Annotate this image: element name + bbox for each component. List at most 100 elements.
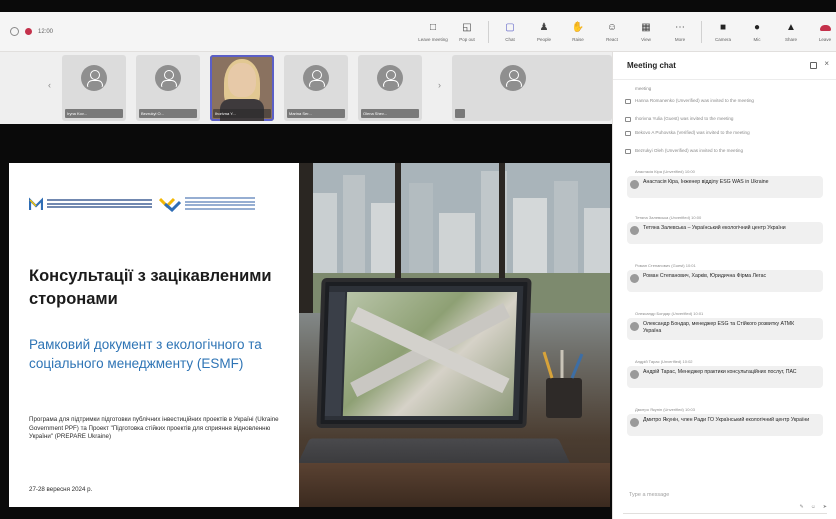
emoji-icon[interactable]: ☺ [811, 504, 816, 510]
slide-photo-laptop [299, 163, 610, 507]
shield-icon [10, 27, 19, 36]
chat-message[interactable]: Андрій Тарас, Менеджер практики консульт… [627, 366, 823, 388]
more-icon: ⋯ [675, 22, 685, 33]
teams-meeting-window: 12:00 □ Leave meeting ◱ Pop out ▢ Chat ♟… [0, 0, 836, 519]
toolbar-divider [701, 21, 702, 43]
chat-message[interactable]: Анастасія Кіра, Інженер відділу ESG WAS … [627, 176, 823, 198]
send-icon[interactable]: ➤ [823, 504, 827, 510]
chat-message[interactable]: Олександр Бондар, менеджер ESG та Стійко… [627, 318, 823, 340]
grid-icon: ▦ [641, 22, 651, 33]
message-input[interactable]: Type a message [629, 492, 669, 498]
message-meta: Тетяна Залевська (Unverified) 10:00 [635, 215, 702, 220]
chat-icon: ▢ [505, 22, 515, 33]
chat-message[interactable]: Дмитро Якунін, член Ради ГО Український … [627, 414, 823, 436]
chevron-left-icon[interactable]: ‹ [48, 80, 51, 90]
desk-surface [299, 463, 610, 507]
mic-button[interactable]: ● Mic [740, 13, 774, 51]
chat-message[interactable]: Роман Степанович, Харків, Юридична Фірма… [627, 270, 823, 292]
system-message: Bezrukyi Oleh (Unverified) was invited t… [625, 148, 825, 154]
message-meta: Андрій Тарас (Unverified) 10:02 [635, 359, 693, 364]
message-text: Дмитро Якунін, член Ради ГО Український … [643, 417, 810, 423]
message-meta: Олександр Бондар (Unverified) 10:01 [635, 311, 704, 316]
participant-tile[interactable]: Olena Shev... [358, 55, 422, 121]
hand-icon: ✋ [571, 22, 585, 33]
slide-date: 27-28 вересня 2024 р. [29, 486, 93, 493]
person-add-icon [625, 131, 631, 136]
avatar-icon [630, 274, 639, 283]
toolbar-divider [488, 21, 489, 43]
share-icon: ▲ [786, 22, 796, 33]
person-add-icon [625, 149, 631, 154]
avatar-icon [81, 65, 107, 91]
system-message: Hanna Romanenko (Unverified) was invited… [625, 98, 825, 104]
avatar-icon [630, 322, 639, 331]
participant-name: Ihorivna Y... [213, 109, 271, 118]
avatar-icon [155, 65, 181, 91]
hang-up-icon [819, 23, 831, 34]
meeting-timer: 12:00 [38, 28, 54, 35]
leave-meeting-button[interactable]: □ Leave meeting [416, 13, 450, 51]
person-add-icon [625, 117, 631, 122]
message-text: Тетяна Залевська – Український екологічн… [643, 225, 786, 231]
format-icon[interactable]: ✎ [799, 504, 803, 510]
avatar-icon [630, 226, 639, 235]
participant-video-tile[interactable]: Ihorivna Y... [210, 55, 274, 121]
participant-name: Iryna Kov... [65, 109, 123, 118]
pop-out-chat-icon[interactable] [810, 62, 817, 69]
pop-out-button[interactable]: ◱ Pop out [450, 13, 484, 51]
meeting-chat-panel: Meeting chat × meeting Hanna Romanenko (… [612, 52, 836, 519]
agency-logo-icon [159, 197, 181, 212]
participant-name: Marina Ser... [287, 109, 345, 118]
chat-header: Meeting chat × [613, 52, 836, 80]
pen-holder-image [542, 350, 584, 418]
compose-box[interactable]: Type a message ✎ ☺ ➤ [623, 484, 827, 514]
view-button[interactable]: ▦ View [629, 13, 663, 51]
person-add-icon [625, 99, 631, 104]
people-button[interactable]: ♟ People [527, 13, 561, 51]
slide-body-text: Програма для підтримки підготовки публіч… [29, 416, 279, 441]
system-message: meeting [635, 86, 652, 91]
close-icon[interactable]: × [824, 59, 829, 68]
meeting-status: 12:00 [0, 27, 110, 36]
participant-tile[interactable]: Bezrukyi O... [136, 55, 200, 121]
participant-name: Bezrukyi O... [139, 109, 197, 118]
more-button[interactable]: ⋯ More [663, 13, 697, 51]
chevron-right-icon[interactable]: › [438, 80, 441, 90]
recording-icon [25, 28, 32, 35]
message-text: Андрій Тарас, Менеджер практики консульт… [643, 369, 797, 375]
participant-tile[interactable]: Iryna Kov... [62, 55, 126, 121]
react-button[interactable]: ☺ React [595, 13, 629, 51]
exit-icon: □ [429, 22, 437, 33]
ministry-logo-icon [29, 197, 43, 210]
laptop-screen [316, 278, 532, 428]
chat-title: Meeting chat [627, 61, 676, 70]
presentation-slide: Консультації з зацікавленими сторонами Р… [9, 163, 610, 507]
avatar-icon [377, 65, 403, 91]
message-text: Олександр Бондар, менеджер ESG та Стійко… [643, 321, 795, 334]
message-meta: Анастасія Кіра (Unverified) 10:00 [635, 169, 695, 174]
slide-title: Консультації з зацікавленими сторонами [29, 267, 272, 308]
leave-button[interactable]: Leave [808, 13, 836, 51]
participant-strip: ‹ Iryna Kov... Bezrukyi O... Ihorivna Y.… [0, 52, 612, 124]
share-button[interactable]: ▲ Share [774, 13, 808, 51]
window-top-bar [0, 0, 836, 12]
chat-message[interactable]: Тетяна Залевська – Український екологічн… [627, 222, 823, 244]
chat-button[interactable]: ▢ Chat [493, 13, 527, 51]
avatar-icon [630, 418, 639, 427]
slide-subtitle: Рамковий документ з екологічного та соці… [29, 337, 262, 371]
camera-icon: ■ [719, 22, 727, 33]
system-message: Ihorivna Yulia (Guest) was invited to th… [625, 116, 825, 122]
more-participants-tile[interactable] [452, 55, 612, 121]
message-meta: Дмитро Якунін (Unverified) 10:03 [635, 407, 695, 412]
pop-out-icon: ◱ [462, 22, 472, 33]
smile-icon: ☺ [606, 22, 618, 33]
participant-tile[interactable]: Marina Ser... [284, 55, 348, 121]
ministry-logo-text [47, 199, 152, 211]
participant-name: Olena Shev... [361, 109, 419, 118]
people-icon: ♟ [539, 22, 549, 33]
shared-screen: Консультації з зацікавленими сторонами Р… [0, 124, 612, 519]
meeting-toolbar: 12:00 □ Leave meeting ◱ Pop out ▢ Chat ♟… [0, 12, 836, 52]
avatar-icon [303, 65, 329, 91]
raise-hand-button[interactable]: ✋ Raise [561, 13, 595, 51]
camera-button[interactable]: ■ Camera [706, 13, 740, 51]
